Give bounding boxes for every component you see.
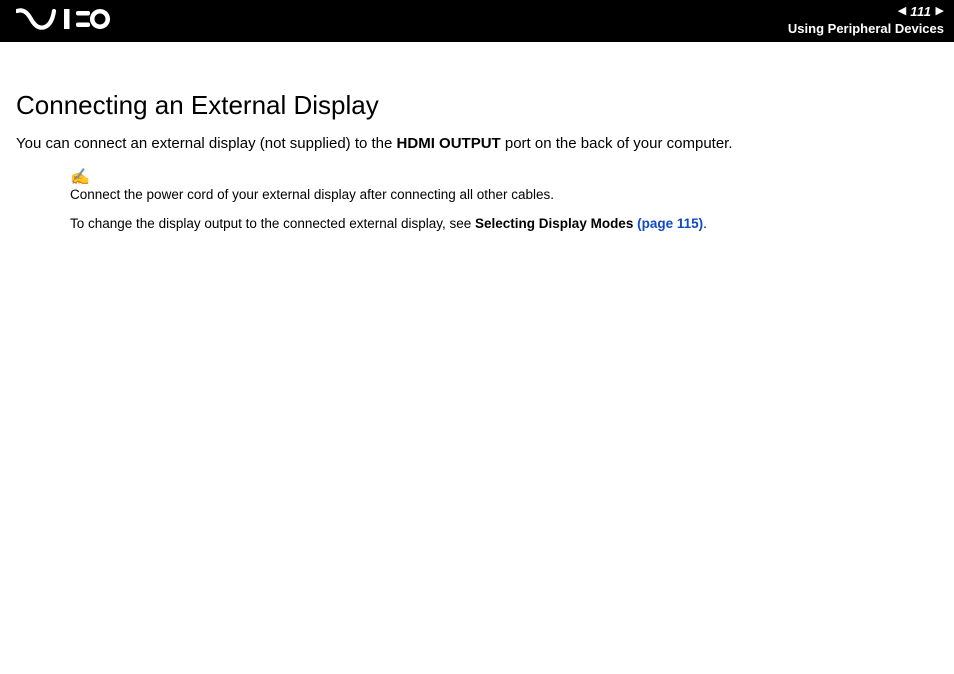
ref-post: .	[703, 216, 707, 231]
reference-text: To change the display output to the conn…	[70, 216, 938, 231]
intro-bold: HDMI OUTPUT	[397, 135, 501, 152]
next-page-arrow-icon[interactable]: ▶	[936, 6, 944, 17]
ref-bold: Selecting Display Modes	[475, 216, 637, 231]
header-right: ◀ 111 ▶ Using Peripheral Devices	[788, 4, 944, 36]
note-icon: ✍	[70, 170, 938, 186]
intro-post: port on the back of your computer.	[501, 135, 733, 152]
header-bar: ◀ 111 ▶ Using Peripheral Devices	[0, 0, 954, 42]
ref-pre: To change the display output to the conn…	[70, 216, 475, 231]
prev-page-arrow-icon[interactable]: ◀	[898, 6, 906, 17]
page-link[interactable]: (page 115)	[637, 216, 703, 231]
page-title: Connecting an External Display	[16, 90, 938, 121]
content-area: Connecting an External Display You can c…	[0, 42, 954, 231]
intro-pre: You can connect an external display (not…	[16, 135, 397, 152]
page-number: 111	[910, 4, 931, 19]
page-nav: ◀ 111 ▶	[898, 4, 944, 19]
section-name: Using Peripheral Devices	[788, 21, 944, 36]
note-text: Connect the power cord of your external …	[70, 187, 938, 202]
note-block: ✍ Connect the power cord of your externa…	[70, 170, 938, 231]
intro-paragraph: You can connect an external display (not…	[16, 135, 938, 152]
vaio-logo	[16, 8, 112, 30]
